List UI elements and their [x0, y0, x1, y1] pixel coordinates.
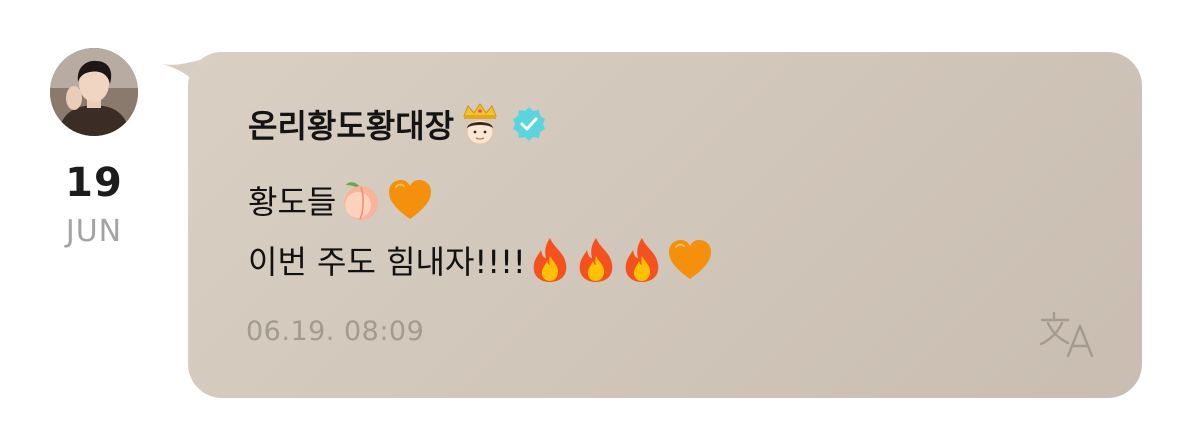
translate-icon: [1039, 311, 1094, 358]
date-month: JUN: [65, 214, 123, 249]
fire-emoji-icon: [574, 236, 618, 284]
avatar[interactable]: [50, 48, 138, 136]
verified-badge-icon: [510, 105, 548, 143]
sender-row: 온리황도황대장: [248, 96, 548, 152]
message-line-2: 이번 주도 힘내자!!!!: [248, 232, 714, 288]
message-text-2: 이번 주도 힘내자!!!!: [248, 243, 526, 281]
timestamp: 06.19. 08:09: [246, 316, 425, 347]
message-text-1: 황도들: [248, 183, 337, 221]
translate-button[interactable]: [1038, 310, 1098, 360]
message-bubble[interactable]: 온리황도황대장 황도들 이번 주도 힘내자!!!! 06.19. 08:09: [188, 52, 1142, 398]
fire-emoji-icon: [528, 236, 572, 284]
sender-name[interactable]: 온리황도황대장: [248, 101, 454, 147]
peach-emoji-icon: [338, 177, 384, 223]
date-day: 19: [65, 160, 123, 206]
fire-emoji-icon: [620, 236, 664, 284]
profile-photo-icon: [50, 48, 138, 136]
orange-heart-emoji-icon: [666, 237, 714, 283]
crowned-face-emoji-icon: [458, 102, 502, 146]
orange-heart-emoji-icon: [386, 177, 434, 223]
message-line-1: 황도들: [248, 172, 434, 228]
